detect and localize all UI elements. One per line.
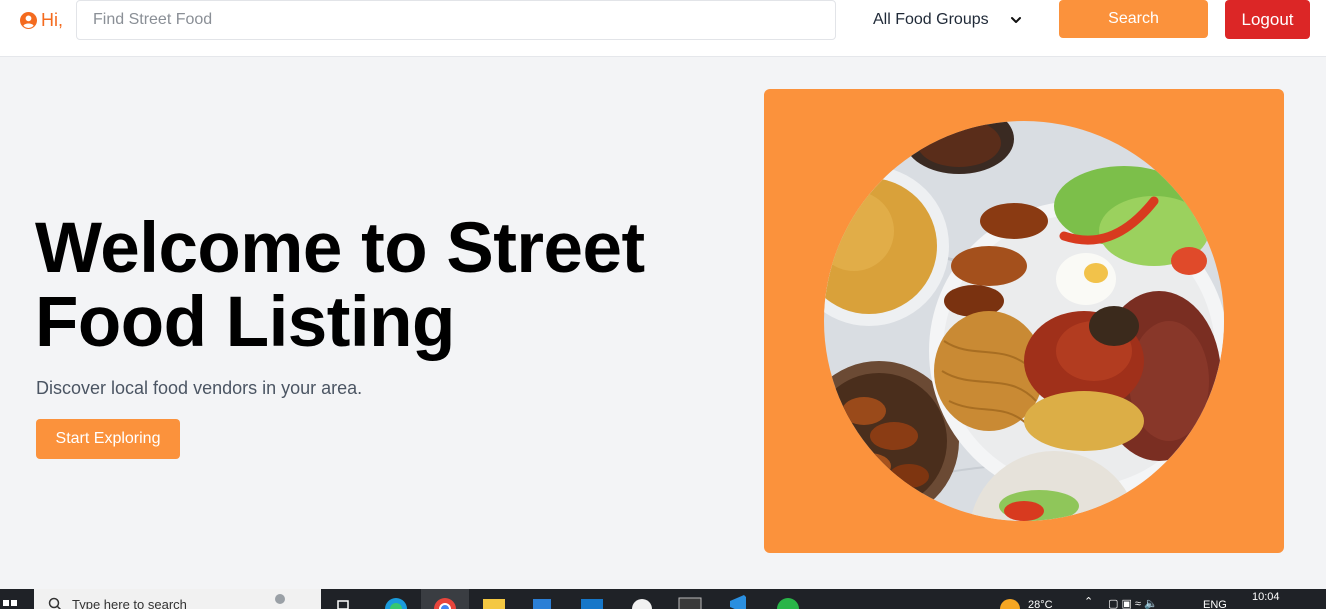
chrome-taskbar-button[interactable] [421,589,469,609]
whatsapp-icon[interactable] [774,589,802,609]
search-input[interactable] [76,0,836,40]
language-indicator[interactable]: ENG [1203,599,1227,609]
clock-time[interactable]: 10:04 [1252,591,1280,609]
weather-temp: 28°C [1028,599,1053,609]
greeting: Hi, [20,8,63,32]
app-icon[interactable] [628,589,656,609]
cortana-icon[interactable] [266,589,294,609]
chrome-icon [434,598,456,609]
tray-icons[interactable]: ▢ ▣ ≈ 🔈 [1108,597,1158,609]
task-view-icon[interactable] [332,589,360,609]
food-group-selected: All Food Groups [873,11,989,28]
search-icon [48,597,62,609]
start-exploring-button[interactable]: Start Exploring [36,419,180,459]
weather-icon[interactable] [996,589,1024,609]
food-plate-image [824,121,1224,521]
search-button[interactable]: Search [1059,0,1208,38]
greeting-text: Hi, [41,9,63,30]
hero-title-line1: Welcome to Street [35,209,645,288]
taskbar: Type here to search 28°C ⌃ ▢ ▣ ≈ � [0,589,1326,609]
logout-button[interactable]: Logout [1225,0,1310,39]
user-circle-icon [20,11,37,29]
store-icon[interactable] [528,589,556,609]
chevron-down-icon [1011,17,1021,23]
terminal-icon[interactable] [676,589,704,609]
hero-title-line2: Food Listing [35,283,455,362]
taskbar-search-placeholder: Type here to search [72,597,187,609]
file-explorer-icon[interactable] [480,589,508,609]
vscode-icon[interactable] [724,589,752,609]
food-group-select[interactable]: All Food Groups [862,0,1032,40]
windows-start-icon[interactable] [0,589,20,609]
chevron-up-icon[interactable]: ⌃ [1084,595,1093,609]
mail-icon[interactable] [578,589,606,609]
hero-image-card [764,89,1284,553]
edge-icon[interactable] [382,589,410,609]
food-plate-illustration [824,121,1224,521]
hero-title: Welcome to Street Food Listing [35,212,735,360]
navbar: Hi, All Food Groups Search Logout [0,0,1326,57]
hero-subtitle: Discover local food vendors in your area… [36,378,363,398]
